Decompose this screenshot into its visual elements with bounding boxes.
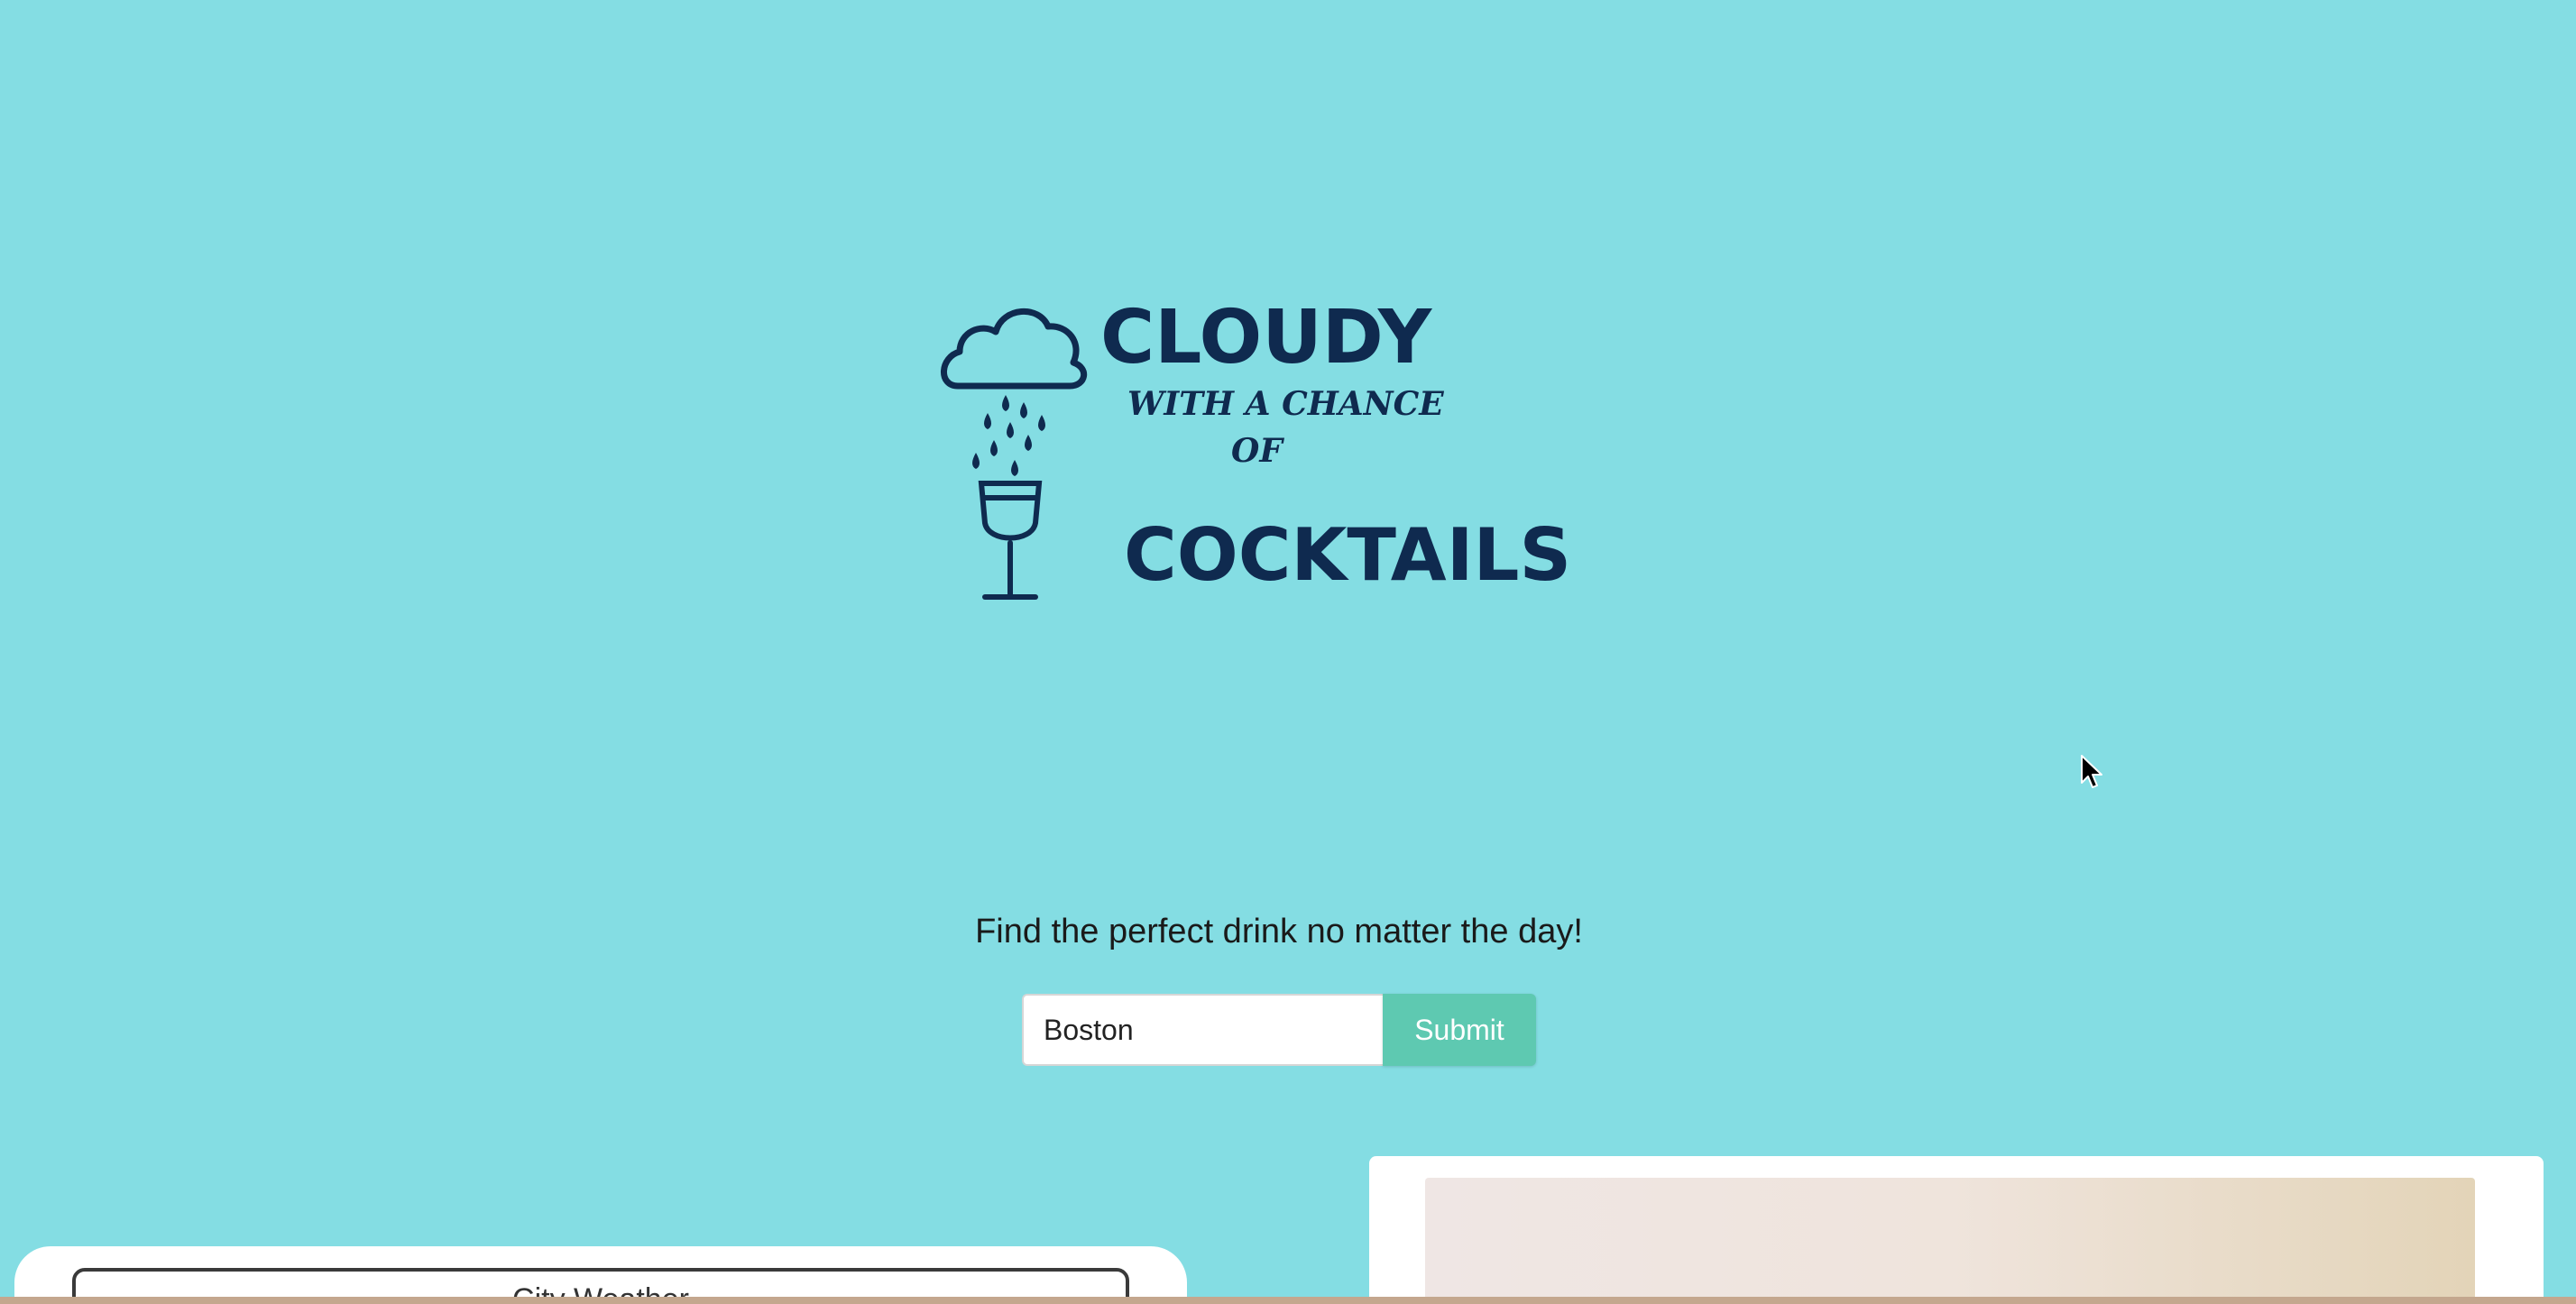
wine-glass-icon bbox=[978, 481, 1043, 600]
drink-image bbox=[1425, 1178, 2475, 1304]
city-weather-card: City Weather bbox=[14, 1246, 1187, 1304]
logo-word-top: CLOUDY bbox=[1100, 295, 1433, 381]
site-logo: CLOUDY WITH A CHANCE OF COCKTAILS bbox=[938, 280, 1642, 613]
city-input[interactable] bbox=[1022, 994, 1383, 1066]
page-bottom-edge bbox=[0, 1297, 2576, 1304]
cloud-icon bbox=[941, 308, 1087, 390]
raindrops-icon bbox=[972, 395, 1045, 476]
logo-script-line2: OF bbox=[1231, 432, 1284, 470]
hero-tagline: Find the perfect drink no matter the day… bbox=[975, 913, 1583, 950]
submit-button[interactable]: Submit bbox=[1383, 994, 1536, 1066]
logo-script-line1: WITH A CHANCE bbox=[1127, 385, 1444, 423]
mouse-cursor-icon bbox=[2081, 755, 2102, 788]
logo-word-bottom: COCKTAILS bbox=[1124, 513, 1571, 597]
drink-card bbox=[1369, 1156, 2544, 1304]
city-search-form: Submit bbox=[1022, 994, 1536, 1066]
app-page: CLOUDY WITH A CHANCE OF COCKTAILS Find t… bbox=[0, 0, 2576, 1304]
